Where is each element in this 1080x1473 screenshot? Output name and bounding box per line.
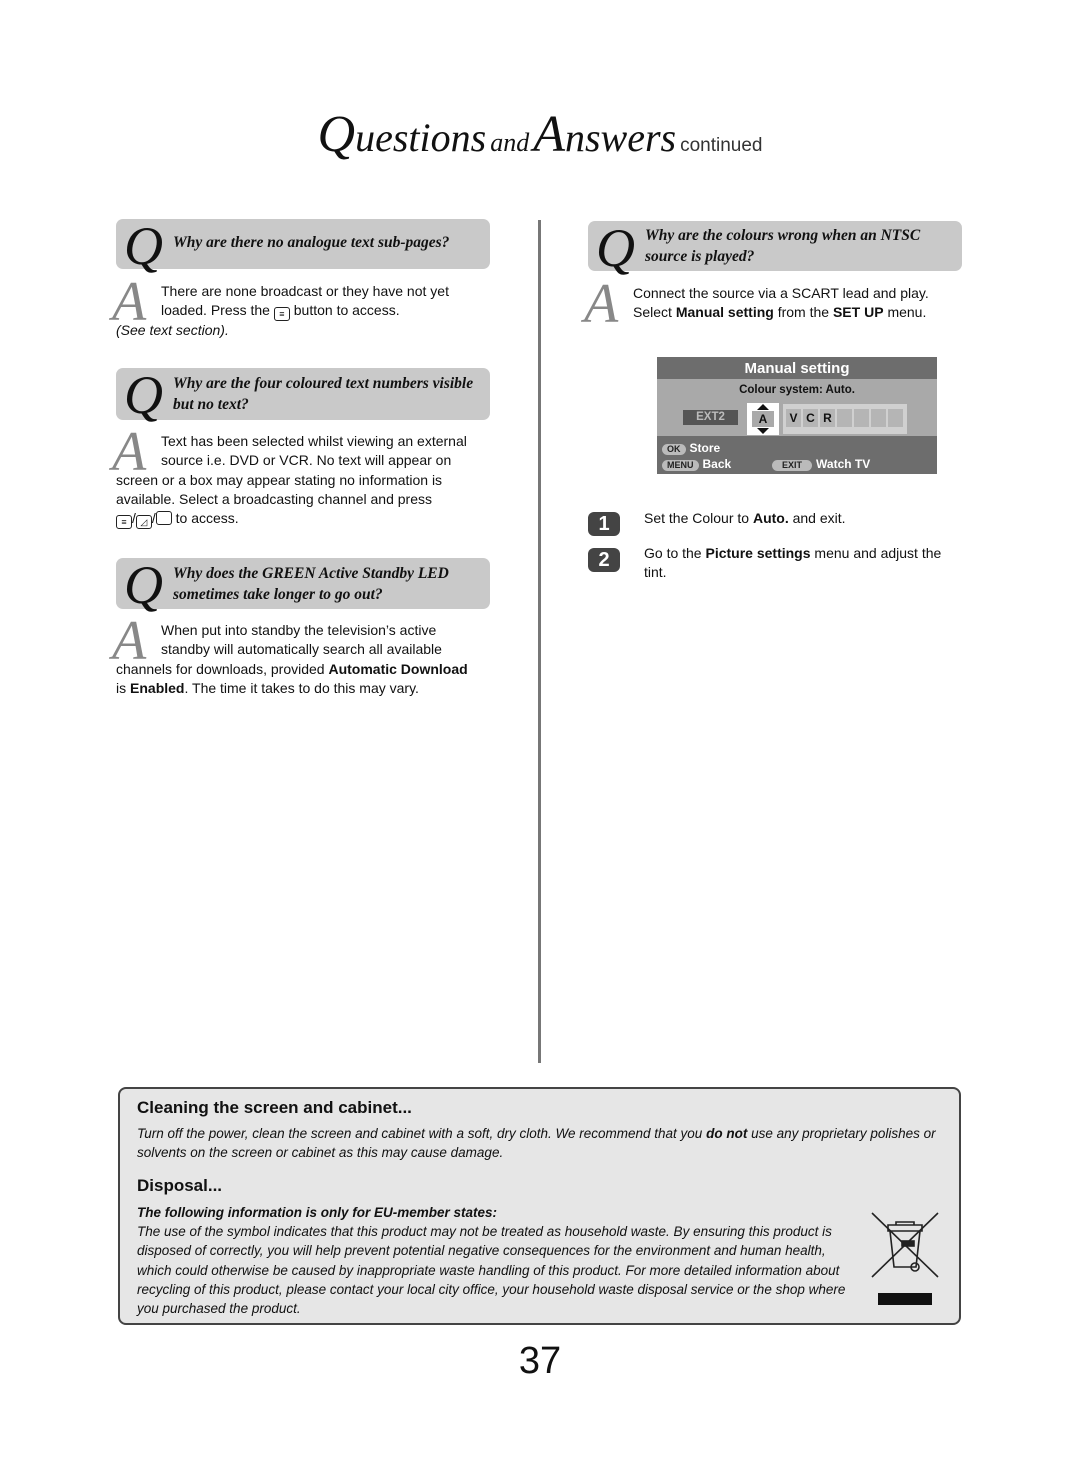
label-characters: VCR <box>783 404 907 434</box>
answer-text: When put into standby the television’s a… <box>116 622 468 696</box>
question-box: Q Why are the four coloured text numbers… <box>116 365 490 425</box>
cleaning-heading: Cleaning the screen and cabinet... <box>137 1098 412 1117</box>
question-box: Q Why are the colours wrong when an NTSC… <box>588 218 962 278</box>
character-selector[interactable]: A <box>747 403 779 435</box>
step-text: Set the Colour to Auto. and exit. <box>644 510 846 526</box>
question-text: Why are there no analogue text sub-pages… <box>173 234 450 251</box>
answer-text: There are none broadcast or they have no… <box>116 283 449 339</box>
question-text: Why does the GREEN Active Standby LED so… <box>173 565 449 603</box>
question-box: Q Why are there no analogue text sub-pag… <box>116 216 490 276</box>
answer-text: Text has been selected whilst viewing an… <box>116 433 467 530</box>
column-divider <box>538 220 541 1063</box>
store-hint[interactable]: OK Store <box>662 441 720 455</box>
disposal-text: The use of the symbol indicates that thi… <box>137 1224 846 1317</box>
back-hint[interactable]: MENU Back <box>662 457 731 471</box>
cleaning-disposal-box: Cleaning the screen and cabinet... Turn … <box>118 1087 961 1325</box>
colour-system-label: Colour system: Auto. <box>739 384 855 396</box>
manual-setting-menu: Manual setting Colour system: Auto. EXT2… <box>657 357 937 474</box>
step-text: Go to the Picture settings menu and adju… <box>644 545 942 580</box>
menu-title: Manual setting <box>657 357 937 379</box>
step-number: 2 <box>588 548 620 572</box>
text-mix-icon: ◿ <box>135 515 152 530</box>
manual-page: Questions and Answers continued Q Why ar… <box>0 0 1080 1473</box>
text-button-icon: ≡ <box>273 307 290 322</box>
crossed-out-wheelie-bin-icon <box>871 1212 939 1305</box>
source-label: EXT2 <box>683 410 738 425</box>
menu-footer: OK Store MENU Back EXIT Watch TV <box>657 436 937 474</box>
question-box: Q Why does the GREEN Active Standby LED … <box>116 555 490 615</box>
a-letter: A <box>584 273 619 335</box>
disposal-subheading: The following information is only for EU… <box>137 1205 498 1220</box>
tv-icon <box>155 511 172 526</box>
page-title: Questions and Answers continued <box>317 106 763 163</box>
cleaning-text: Turn off the power, clean the screen and… <box>137 1126 936 1161</box>
question-text: Why are the colours wrong when an NTSC s… <box>645 227 921 265</box>
disposal-heading: Disposal... <box>137 1176 223 1195</box>
answer-text: Connect the source via a SCART lead and … <box>633 285 929 321</box>
question-text: Why are the four coloured text numbers v… <box>173 375 474 413</box>
up-arrow-icon <box>757 404 769 410</box>
page-number: 37 <box>518 1340 562 1382</box>
watch-tv-hint[interactable]: EXIT Watch TV <box>772 457 870 471</box>
q-letter: Q <box>124 216 163 276</box>
text-icon: ≡ <box>116 515 132 530</box>
step-number: 1 <box>588 512 620 536</box>
down-arrow-icon <box>757 428 769 434</box>
